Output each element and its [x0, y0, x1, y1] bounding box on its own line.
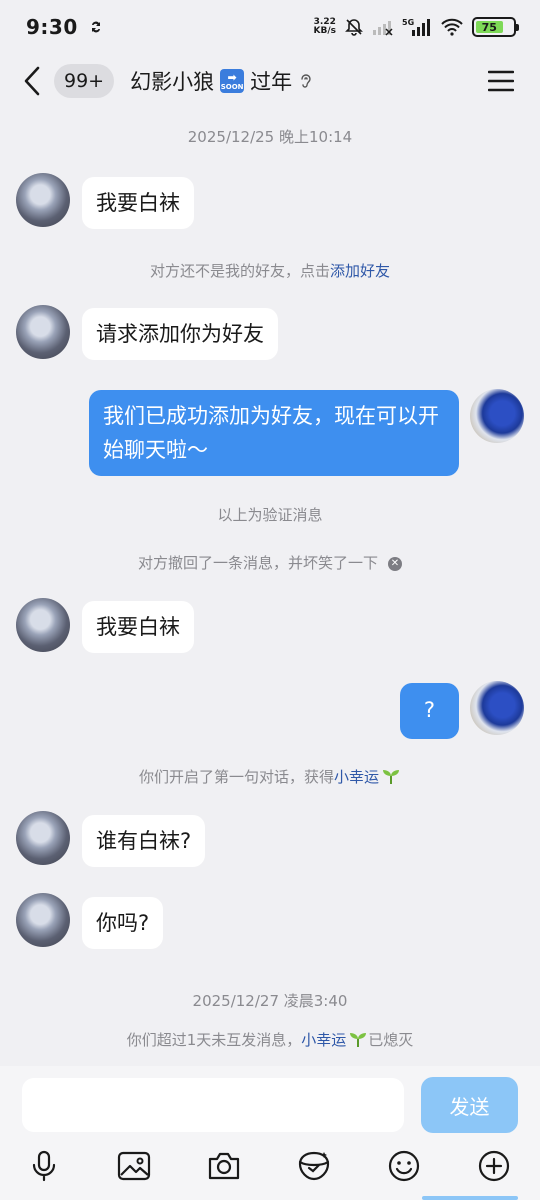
system-message-text: 你们开启了第一句对话，获得 [138, 768, 334, 786]
system-message-lucky-extinguished: 你们超过1天未互发消息，小幸运 已熄灭 [0, 1029, 540, 1052]
chat-header: 99+ 幻影小狼 ➡ SOON 过年 [0, 54, 540, 108]
incoming-message-bubble[interactable]: 我要白袜 [82, 177, 194, 229]
unread-count-badge[interactable]: 99+ [54, 64, 115, 98]
hamburger-menu-icon [488, 70, 514, 92]
lucky-link[interactable]: 小幸运 [334, 768, 379, 786]
incoming-message-bubble[interactable]: 我要白袜 [82, 601, 194, 653]
image-icon[interactable] [114, 1146, 154, 1186]
sprout-icon [381, 767, 401, 789]
contact-avatar[interactable] [16, 305, 70, 359]
system-message-recall: 对方撤回了一条消息，并坏笑了一下 ✕ [0, 552, 540, 573]
message-timestamp: 2025/12/25 晚上10:14 [187, 128, 353, 146]
svg-text:5G: 5G [402, 18, 414, 27]
status-time: 9:30 [26, 15, 78, 39]
back-button[interactable] [12, 61, 52, 101]
outgoing-message-bubble[interactable]: 我们已成功添加为好友，现在可以开始聊天啦～ [89, 390, 459, 476]
mic-icon[interactable] [24, 1146, 64, 1186]
system-message-text: 已熄灭 [368, 1031, 414, 1049]
camera-icon[interactable] [204, 1146, 244, 1186]
sprout-icon [348, 1030, 368, 1052]
add-friend-link[interactable]: 添加好友 [330, 262, 390, 280]
system-message-verification: 以上为验证消息 [217, 506, 323, 524]
ear-icon [301, 74, 311, 88]
menu-button[interactable] [484, 64, 518, 98]
soon-icon-text: SOON [220, 82, 244, 91]
soon-arrow-icon: ➡ SOON [220, 69, 245, 93]
contact-avatar[interactable] [16, 811, 70, 865]
chevron-left-icon [24, 66, 40, 96]
emoji-icon[interactable] [384, 1146, 424, 1186]
chat-title-name: 幻影小狼 [130, 70, 215, 94]
send-button[interactable]: 发送 [421, 1077, 518, 1133]
system-message-add-friend: 对方还不是我的好友，点击添加好友 [0, 260, 540, 281]
plus-icon[interactable] [474, 1146, 514, 1186]
system-message-text: 你们超过1天未互发消息， [126, 1031, 302, 1049]
net-speed-unit: KB/s [313, 26, 336, 36]
chat-title-suffix: 过年 [250, 70, 293, 94]
incoming-message-bubble[interactable]: 你吗? [82, 897, 164, 949]
outgoing-message-bubble[interactable]: ? [400, 683, 459, 739]
contact-avatar[interactable] [16, 173, 70, 227]
battery-icon: 75 [472, 17, 519, 37]
system-message-text: 对方还不是我的好友，点击 [149, 262, 330, 280]
status-bar: 9:30 3.22 KB/s 5G 75 [0, 0, 540, 54]
wifi-icon [440, 18, 464, 36]
lucky-link[interactable]: 小幸运 [301, 1031, 346, 1049]
message-input[interactable] [22, 1078, 404, 1132]
composer-toolbar [0, 1142, 540, 1192]
my-avatar[interactable] [470, 681, 524, 735]
system-message-text: 对方撤回了一条消息，并坏笑了一下 [137, 554, 378, 572]
signal-off-icon [372, 18, 394, 36]
status-right-group: 3.22 KB/s 5G 75 [314, 17, 519, 37]
signal-5g-icon: 5G [402, 17, 432, 37]
chat-title[interactable]: 幻影小狼 ➡ SOON 过年 [130, 66, 314, 96]
mute-bell-icon [344, 17, 364, 37]
contact-avatar[interactable] [16, 893, 70, 947]
my-avatar[interactable] [470, 389, 524, 443]
net-speed: 3.22 KB/s [314, 18, 336, 36]
system-message-first-chat: 你们开启了第一句对话，获得小幸运 [0, 766, 540, 789]
battery-level: 75 [476, 21, 503, 34]
incoming-message-bubble[interactable]: 请求添加你为好友 [82, 308, 278, 360]
home-indicator [422, 1196, 518, 1200]
red-packet-icon[interactable] [294, 1146, 334, 1186]
sync-icon [88, 19, 104, 35]
close-icon[interactable]: ✕ [388, 556, 402, 571]
contact-avatar[interactable] [16, 598, 70, 652]
incoming-message-bubble[interactable]: 谁有白袜? [82, 815, 206, 867]
composer: 发送 [0, 1066, 540, 1200]
message-timestamp: 2025/12/27 凌晨3:40 [192, 992, 348, 1010]
